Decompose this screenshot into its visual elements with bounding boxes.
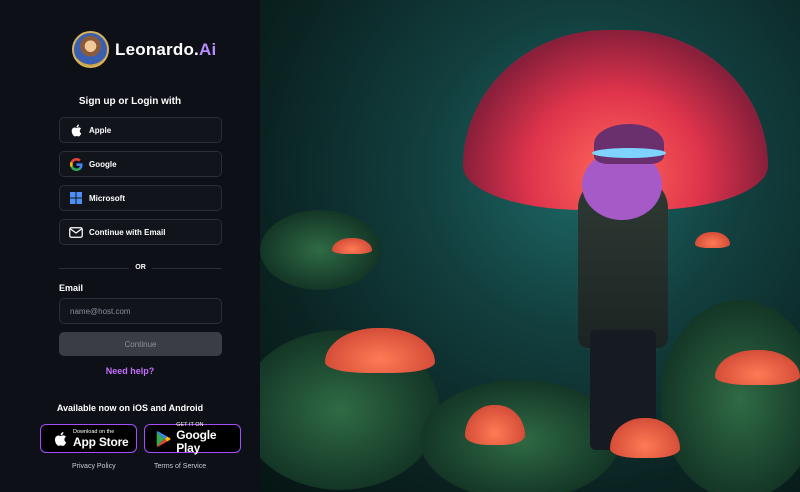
or-divider: OR	[59, 262, 222, 274]
explorer-hat	[594, 124, 664, 164]
mail-icon	[69, 225, 83, 239]
google-login-button[interactable]: Google	[59, 151, 222, 177]
email-login-button[interactable]: Continue with Email	[59, 219, 222, 245]
google-login-label: Google	[89, 159, 117, 169]
brand-name: Leonardo.Ai	[115, 40, 216, 60]
or-label: OR	[135, 264, 146, 271]
login-panel: Leonardo.Ai Sign up or Login with Apple …	[0, 0, 260, 492]
hero-image	[260, 0, 800, 492]
apps-heading: Available now on iOS and Android	[56, 403, 204, 413]
mushroom-small-left	[332, 238, 372, 254]
apple-login-button[interactable]: Apple	[59, 117, 222, 143]
terms-of-service-link[interactable]: Terms of Service	[154, 463, 206, 470]
foliage-right	[660, 300, 800, 492]
app-store-big: App Store	[73, 434, 129, 449]
microsoft-icon	[69, 191, 83, 205]
email-field[interactable]	[59, 298, 222, 324]
login-heading: Sign up or Login with	[78, 96, 182, 107]
need-help-link[interactable]: Need help?	[0, 366, 260, 376]
mushroom-small-right	[695, 232, 730, 248]
google-play-text: GET IT ON Google Play	[176, 422, 240, 455]
brand-logo: Leonardo.Ai	[72, 31, 216, 68]
continue-button[interactable]: Continue	[59, 332, 222, 356]
google-play-button[interactable]: GET IT ON Google Play	[144, 422, 241, 455]
email-label: Email	[59, 283, 84, 293]
brand-suffix: Ai	[198, 39, 217, 59]
leonardo-avatar-icon	[72, 31, 109, 68]
apple-icon	[52, 431, 68, 447]
app-store-text: Download on the App Store	[73, 429, 129, 449]
microsoft-login-button[interactable]: Microsoft	[59, 185, 222, 211]
privacy-policy-link[interactable]: Privacy Policy	[72, 463, 116, 470]
google-icon	[69, 157, 83, 171]
apple-login-label: Apple	[89, 125, 112, 135]
app-store-button[interactable]: Download on the App Store	[40, 424, 137, 453]
explorer-hat-brim	[592, 148, 666, 158]
google-play-icon	[156, 430, 171, 447]
google-play-big: Google Play	[176, 428, 217, 455]
email-login-label: Continue with Email	[89, 227, 166, 237]
login-screen: Leonardo.Ai Sign up or Login with Apple …	[0, 0, 800, 492]
apple-icon	[69, 123, 83, 137]
microsoft-login-label: Microsoft	[89, 193, 125, 203]
brand-name-text: Leonardo	[115, 39, 195, 59]
